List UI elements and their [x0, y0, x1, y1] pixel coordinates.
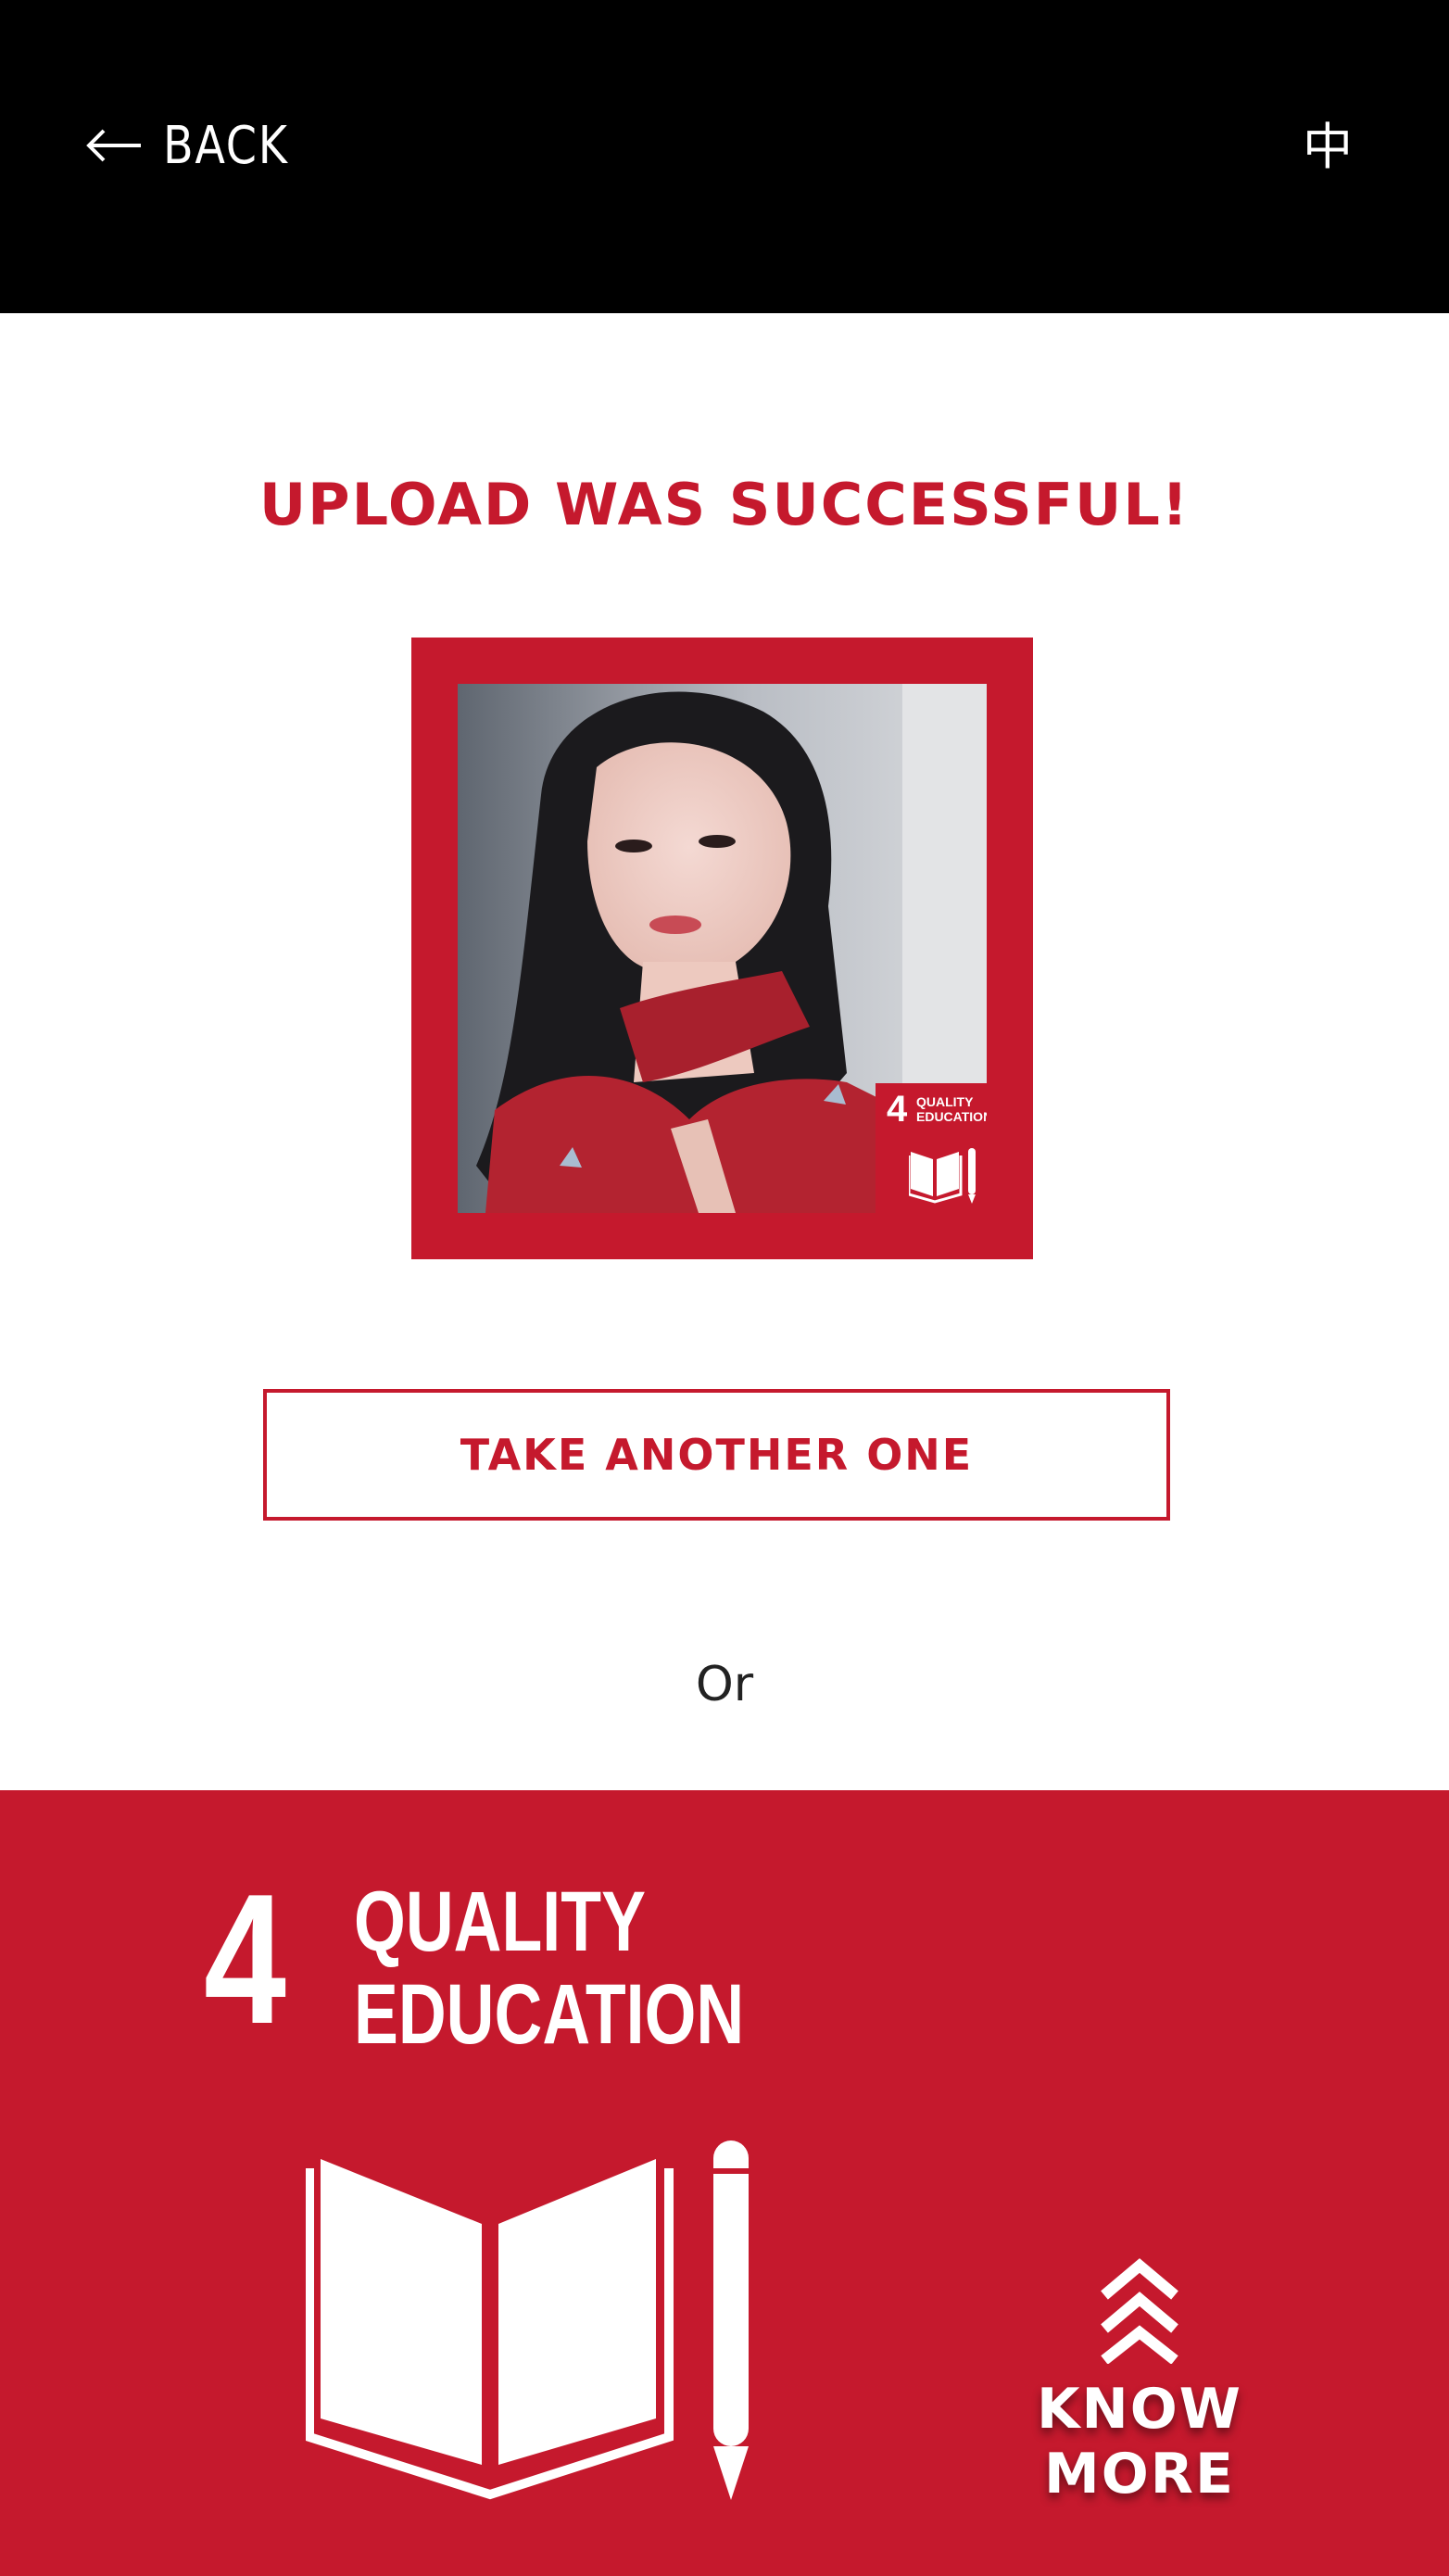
sdg-badge-number: 4	[887, 1089, 908, 1130]
book-and-pencil-icon	[909, 1146, 981, 1204]
sdg-goal-title-line1: QUALITY	[354, 1875, 646, 1969]
photo-frame: 4 QUALITY EDUCATION	[411, 638, 1033, 1259]
sdg-badge-text: QUALITY EDUCATION	[916, 1094, 987, 1124]
sdg-goal-title-line2: EDUCATION	[354, 1967, 745, 2062]
sdg-photo-badge: 4 QUALITY EDUCATION	[876, 1083, 987, 1213]
back-label: BACK	[163, 115, 289, 176]
take-another-label: TAKE ANOTHER ONE	[460, 1430, 974, 1480]
back-button[interactable]: BACK	[85, 113, 311, 178]
sdg-goal-number: 4	[204, 1856, 286, 2063]
top-bar: BACK 中	[0, 0, 1449, 313]
language-toggle[interactable]: 中	[1303, 115, 1353, 180]
sdg-goal-title: QUALITY EDUCATION	[354, 1875, 744, 2061]
take-another-button[interactable]: TAKE ANOTHER ONE	[263, 1389, 1170, 1521]
know-more-button[interactable]: KNOW MORE	[945, 2256, 1334, 2507]
or-separator: Or	[695, 1657, 754, 1712]
know-more-label: KNOW MORE	[1037, 2377, 1242, 2507]
double-chevron-up-icon	[1091, 2256, 1188, 2368]
arrow-left-icon	[85, 127, 143, 164]
book-and-pencil-icon	[305, 2131, 760, 2506]
page-title: UPLOAD WAS SUCCESSFUL!	[258, 471, 1191, 538]
upload-success-page: BACK 中 UPLOAD WAS SUCCESSFUL! 4 QUALITY …	[0, 0, 1449, 2576]
uploaded-photo: 4 QUALITY EDUCATION	[458, 684, 987, 1213]
